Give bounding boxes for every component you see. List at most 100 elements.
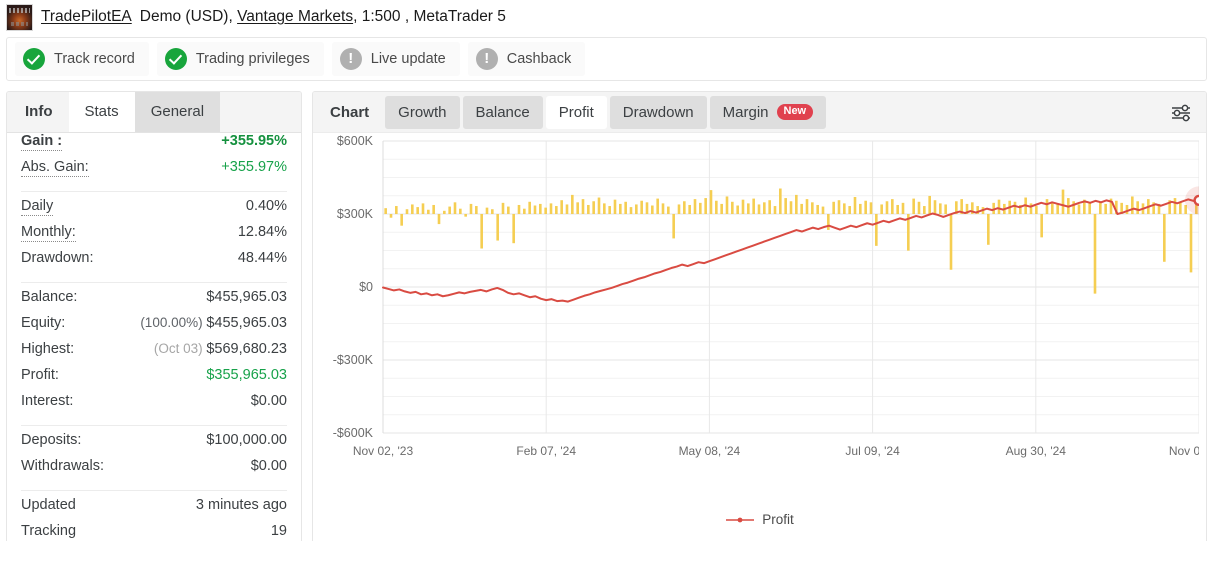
profit-bar bbox=[613, 199, 617, 214]
profit-bar bbox=[667, 206, 670, 214]
tab-growth[interactable]: Growth bbox=[385, 95, 460, 129]
stat-separator bbox=[21, 425, 287, 426]
tab-drawdown-label: Drawdown bbox=[622, 103, 694, 121]
account-name-link[interactable]: TradePilotEA bbox=[41, 8, 132, 26]
broker-link[interactable]: Vantage Markets bbox=[237, 8, 353, 26]
profit-bar bbox=[528, 201, 531, 214]
profit-bar bbox=[491, 209, 494, 214]
profit-chart-plot[interactable]: $600K $300K $0 -$300K -$600K Nov 02, '23 Feb 0… bbox=[313, 133, 1206, 541]
profit-bar bbox=[928, 195, 931, 214]
profit-bar bbox=[683, 201, 686, 214]
profit-bar bbox=[571, 194, 574, 214]
stat-row: Gain : +355.95% bbox=[21, 133, 287, 159]
profit-bar bbox=[651, 205, 654, 214]
stat-value: +355.95% bbox=[221, 133, 287, 149]
status-badge-trading-privileges[interactable]: Trading privileges bbox=[156, 42, 324, 76]
profit-bar bbox=[704, 198, 707, 214]
stat-label: Drawdown: bbox=[21, 250, 94, 266]
profit-bar bbox=[443, 210, 446, 214]
profit-bar bbox=[672, 214, 675, 239]
status-badge-cashback[interactable]: Cashback bbox=[467, 42, 586, 76]
profit-bar bbox=[592, 201, 595, 214]
profit-bar bbox=[677, 204, 681, 214]
stat-value: (Oct 03) $569,680.23 bbox=[153, 341, 287, 357]
profit-bar bbox=[832, 201, 835, 214]
profit-bar bbox=[987, 214, 990, 245]
profit-bar bbox=[837, 200, 841, 214]
chart-panel: Chart Growth Balance Profit Drawdown Mar… bbox=[312, 91, 1207, 541]
exclamation-circle-icon bbox=[339, 48, 362, 70]
stat-row: Highest: (Oct 03) $569,680.23 bbox=[21, 341, 287, 367]
check-circle-icon bbox=[23, 48, 45, 70]
svg-text:$600K: $600K bbox=[337, 134, 374, 148]
profit-bar bbox=[795, 194, 798, 214]
tab-chart[interactable]: Chart bbox=[317, 96, 382, 129]
profit-bar bbox=[757, 204, 761, 214]
profit-bar bbox=[853, 197, 857, 214]
profit-bar bbox=[416, 207, 419, 214]
stat-row: Drawdown: 48.44% bbox=[21, 250, 287, 276]
profit-bar bbox=[640, 200, 643, 214]
profit-bar bbox=[453, 202, 457, 214]
profit-bar bbox=[1163, 214, 1166, 262]
profit-bar bbox=[395, 206, 398, 214]
sliders-icon[interactable] bbox=[1166, 98, 1196, 128]
stat-row: Withdrawals: $0.00 bbox=[21, 458, 287, 484]
profit-bar bbox=[901, 202, 905, 214]
stat-row: Abs. Gain: +355.97% bbox=[21, 159, 287, 185]
profit-bar bbox=[629, 207, 633, 214]
profit-bar bbox=[880, 204, 883, 214]
profit-bar bbox=[517, 204, 521, 214]
stat-label: Updated bbox=[21, 497, 76, 513]
stat-value: 3 minutes ago bbox=[195, 497, 287, 513]
profit-bar bbox=[811, 202, 814, 214]
profit-bar bbox=[688, 204, 691, 214]
tab-profit[interactable]: Profit bbox=[545, 95, 607, 129]
profit-bar bbox=[997, 199, 1001, 214]
profit-bar bbox=[747, 203, 750, 214]
tab-margin[interactable]: Margin New bbox=[709, 95, 827, 129]
profit-bar bbox=[1104, 203, 1107, 214]
profit-bar bbox=[843, 203, 846, 214]
profit-bar bbox=[1088, 203, 1091, 214]
account-meta: Demo (USD), Vantage Markets, 1:500 , Met… bbox=[140, 8, 506, 26]
profit-bar bbox=[859, 203, 862, 214]
status-badge-live-update[interactable]: Live update bbox=[331, 42, 460, 76]
svg-text:Nov 02, '23: Nov 02, '23 bbox=[353, 444, 414, 458]
stat-value: 19 bbox=[270, 523, 287, 539]
tab-drawdown[interactable]: Drawdown bbox=[609, 95, 707, 129]
stat-row: Daily 0.40% bbox=[21, 198, 287, 224]
tab-info[interactable]: Info bbox=[9, 92, 69, 132]
profit-bar bbox=[1099, 201, 1102, 214]
stat-label: Interest: bbox=[21, 393, 74, 409]
svg-text:$300K: $300K bbox=[337, 207, 374, 221]
leverage-label: , 1:500 , bbox=[353, 8, 414, 25]
status-badge-track-record[interactable]: Track record bbox=[15, 42, 149, 76]
stat-row: Updated 3 minutes ago bbox=[21, 497, 287, 523]
stat-value: $100,000.00 bbox=[206, 432, 287, 448]
profit-bar bbox=[848, 206, 851, 214]
profit-bar bbox=[773, 206, 777, 214]
tab-balance-label: Balance bbox=[475, 103, 530, 121]
tab-stats[interactable]: Stats bbox=[68, 92, 135, 132]
stats-list: Gain : +355.95% Abs. Gain: +355.97% Daily 0.4… bbox=[7, 133, 301, 541]
profit-bar bbox=[1131, 196, 1134, 214]
tab-profit-label: Profit bbox=[558, 103, 594, 121]
profit-bar bbox=[1029, 203, 1033, 214]
profit-bar bbox=[400, 214, 403, 226]
stat-label: Gain : bbox=[21, 133, 63, 151]
profit-bar bbox=[464, 214, 467, 217]
stat-value: 12.84% bbox=[237, 224, 287, 240]
profit-bar bbox=[475, 206, 478, 214]
profit-bar bbox=[939, 203, 942, 214]
stats-sidebar: Info Stats General Gain : +355.95% Abs. Ga… bbox=[6, 91, 302, 541]
endpoint-marker bbox=[1193, 194, 1205, 206]
profit-bar bbox=[1072, 201, 1075, 214]
profit-bar bbox=[1035, 206, 1038, 214]
stat-label: Highest: bbox=[21, 341, 75, 357]
profit-bar bbox=[869, 202, 873, 214]
tab-general[interactable]: General bbox=[134, 92, 221, 132]
tab-balance[interactable]: Balance bbox=[462, 95, 543, 129]
profit-bar bbox=[1051, 202, 1054, 214]
stat-value: $0.00 bbox=[250, 393, 287, 409]
